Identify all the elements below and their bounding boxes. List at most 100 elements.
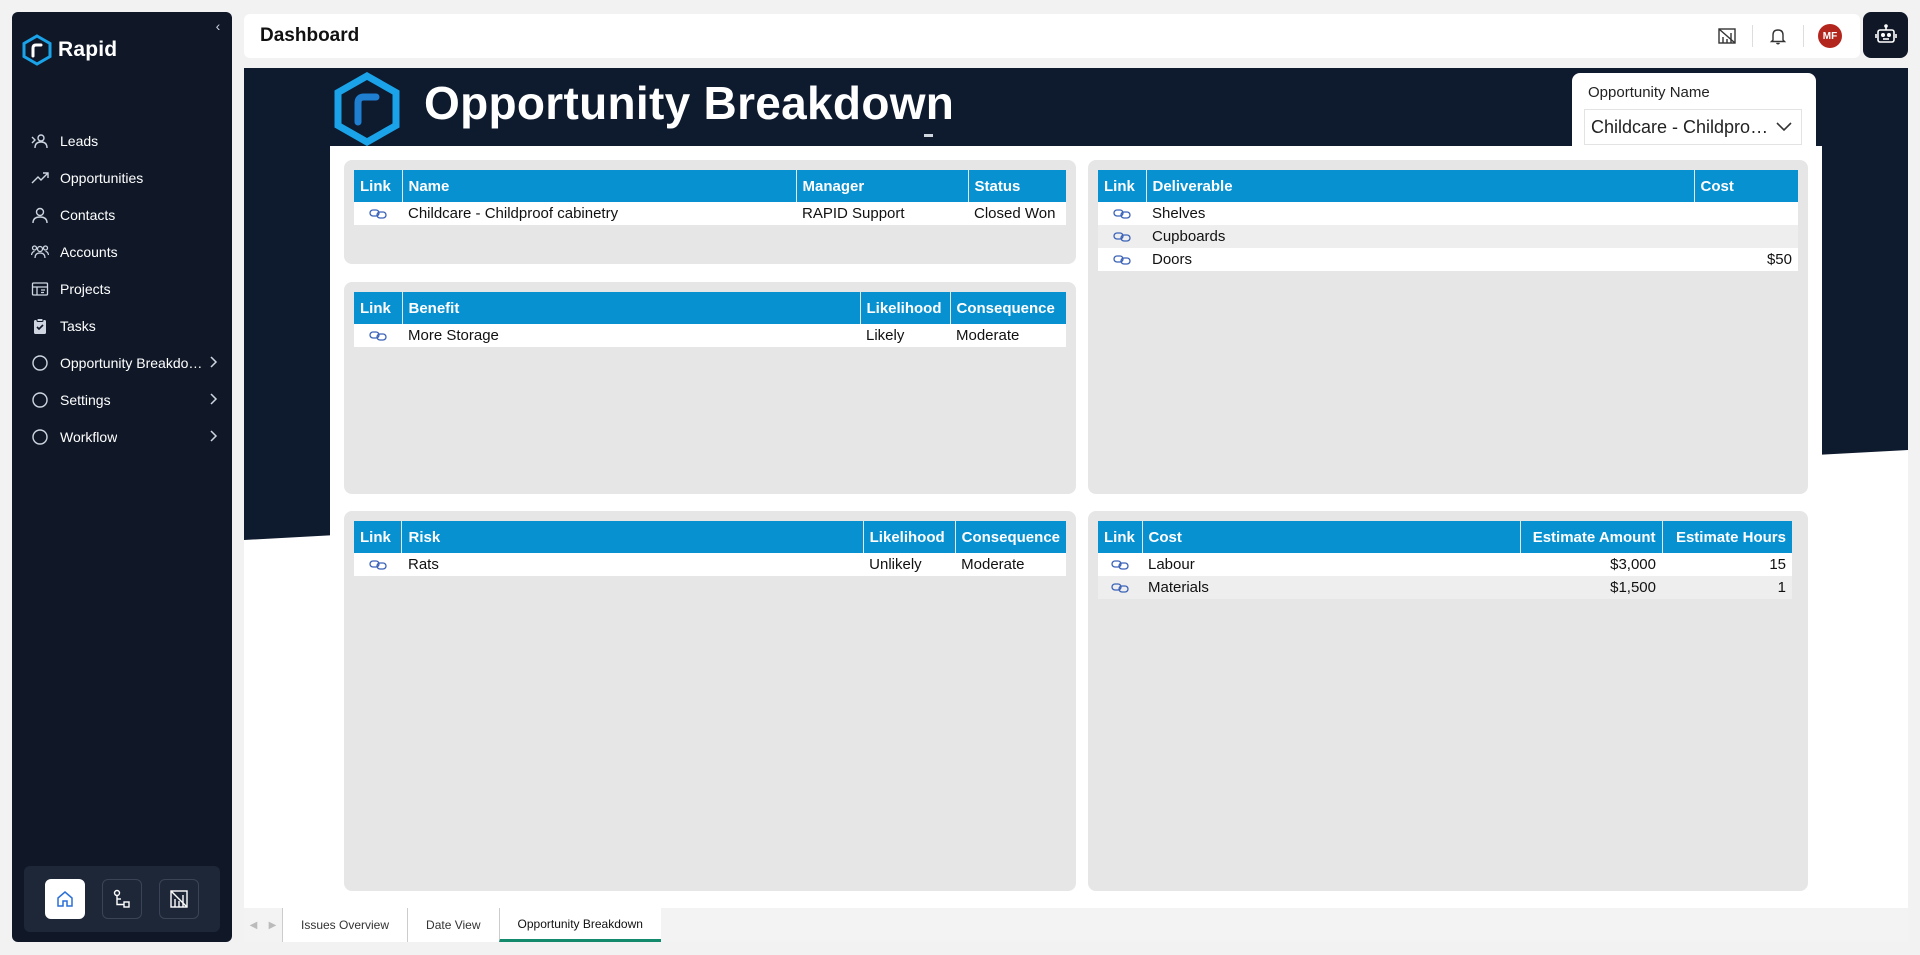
column-header[interactable]: Status (968, 170, 1066, 202)
divider (1803, 25, 1804, 47)
tab-date-view[interactable]: Date View (407, 908, 499, 942)
estimate-hours-cell: 1 (1662, 576, 1792, 599)
column-header[interactable]: Link (1098, 521, 1143, 553)
link-cell[interactable] (354, 202, 402, 225)
sidebar-item-opportunities[interactable]: Opportunities (12, 159, 232, 196)
flow-diagram-icon (113, 889, 130, 908)
rapid-logo-icon (22, 34, 52, 66)
benefit-table: Link Benefit Likelihood Consequence More… (354, 292, 1066, 347)
estimate-amount-cell: $1,500 (1520, 576, 1662, 599)
deliverable-card: Link Deliverable Cost Shelves Cupboards (1088, 160, 1808, 494)
table-row: Cupboards (1098, 225, 1798, 248)
chevron-right-icon (210, 356, 218, 368)
column-header[interactable]: Link (354, 521, 403, 553)
report-icon (170, 890, 189, 908)
tab-opportunity-breakdown[interactable]: Opportunity Breakdown (498, 908, 661, 942)
sidebar-item-leads[interactable]: Leads (12, 122, 232, 159)
link-icon (1113, 209, 1131, 219)
link-cell[interactable] (1098, 576, 1142, 599)
sidebar-item-label: Opportunities (60, 169, 144, 186)
link-cell[interactable] (1098, 225, 1146, 248)
consequence-cell: Moderate (950, 324, 1066, 347)
cost-table: Link Cost Estimate Amount Estimate Hours… (1098, 521, 1792, 599)
tab-issues-overview[interactable]: Issues Overview (282, 908, 408, 942)
column-header[interactable]: Likelihood (863, 521, 956, 553)
column-header[interactable]: Link (354, 170, 403, 202)
sidebar-item-workflow[interactable]: Workflow (12, 418, 232, 455)
column-header[interactable]: Consequence (950, 292, 1066, 324)
report-page-tabs: ◀ ▶ Issues Overview Date View Opportunit… (244, 908, 1908, 942)
deliverable-cell: Shelves (1146, 202, 1694, 225)
risk-card: Link Risk Likelihood Consequence Rats Un… (344, 511, 1076, 891)
brand-name: Rapid (58, 38, 118, 61)
sidebar-item-tasks[interactable]: Tasks (12, 307, 232, 344)
report-canvas: Opportunity Breakdown Opportunity Name C… (244, 68, 1908, 908)
column-header[interactable]: Cost (1694, 170, 1798, 202)
column-header[interactable]: Consequence (955, 521, 1066, 553)
link-icon (1113, 255, 1131, 265)
column-header[interactable]: Link (1098, 170, 1147, 202)
link-icon (1111, 583, 1129, 593)
avatar[interactable]: MF (1818, 24, 1842, 48)
divider (1752, 25, 1753, 47)
column-header[interactable]: Estimate Hours (1662, 521, 1792, 553)
sidebar-item-projects[interactable]: Projects (12, 270, 232, 307)
table-row: Shelves (1098, 202, 1798, 225)
collapse-sidebar-icon[interactable]: ‹ (210, 18, 226, 34)
link-cell[interactable] (1098, 553, 1142, 576)
robot-icon (1874, 24, 1897, 43)
link-cell[interactable] (1098, 248, 1146, 271)
sidebar-item-contacts[interactable]: Contacts (12, 196, 232, 233)
column-header[interactable]: Name (402, 170, 797, 202)
link-icon (1113, 232, 1131, 242)
link-icon (369, 560, 387, 570)
consequence-cell: Moderate (955, 553, 1066, 576)
opportunity-name-cell: Childcare - Childproof cabinetry (402, 202, 796, 225)
sidebar-footer (24, 866, 220, 932)
sidebar-item-label: Accounts (60, 243, 118, 260)
sidebar-item-label: Opportunity Breakdown (60, 354, 205, 371)
estimate-amount-cell: $3,000 (1520, 553, 1662, 576)
column-header[interactable]: Deliverable (1146, 170, 1695, 202)
risk-cell: Rats (401, 553, 864, 576)
column-header[interactable]: Estimate Amount (1520, 521, 1663, 553)
chevron-down-icon (1776, 122, 1792, 132)
estimate-hours-cell: 15 (1662, 553, 1792, 576)
column-header[interactable]: Cost (1142, 521, 1521, 553)
opportunity-name-select[interactable]: Childcare - Childproof cabinetry (1584, 109, 1802, 145)
sidebar-item-opportunity-breakdown[interactable]: Opportunity Breakdown (12, 344, 232, 381)
report-title: Opportunity Breakdown (424, 77, 955, 129)
bell-icon[interactable] (1767, 25, 1789, 47)
column-header[interactable]: Manager (796, 170, 969, 202)
link-cell[interactable] (1098, 202, 1146, 225)
slicer-value: Childcare - Childproof cabinetry (1591, 116, 1771, 137)
assistant-bot-button[interactable] (1863, 12, 1908, 58)
deliverable-cell: Doors (1146, 248, 1694, 271)
chevron-right-icon (210, 430, 218, 442)
table-row: Materials $1,500 1 (1098, 576, 1792, 599)
sidebar-item-label: Contacts (60, 206, 116, 223)
report-icon[interactable] (1716, 25, 1738, 47)
sidebar: ‹ Rapid Leads Opportunities Contacts Acc… (12, 12, 232, 942)
sidebar-item-accounts[interactable]: Accounts (12, 233, 232, 270)
title-marker (924, 134, 933, 137)
column-header[interactable]: Likelihood (860, 292, 951, 324)
workflow-button[interactable] (101, 879, 142, 919)
link-cell[interactable] (354, 324, 402, 347)
cost-name-cell: Materials (1142, 576, 1520, 599)
brand[interactable]: Rapid (22, 34, 117, 66)
table-row: Rats Unlikely Moderate (354, 553, 1066, 576)
tab-next-icon[interactable]: ▶ (269, 920, 277, 931)
column-header[interactable]: Risk (401, 521, 864, 553)
sidebar-item-label: Leads (60, 132, 99, 149)
tab-prev-icon[interactable]: ◀ (250, 920, 258, 931)
column-header[interactable]: Benefit (402, 292, 861, 324)
benefit-card: Link Benefit Likelihood Consequence More… (344, 282, 1076, 494)
home-button[interactable] (44, 879, 85, 919)
column-header[interactable]: Link (354, 292, 403, 324)
deliverable-cell: Cupboards (1146, 225, 1694, 248)
top-bar: Dashboard MF (244, 14, 1860, 58)
link-cell[interactable] (354, 553, 402, 576)
sidebar-item-settings[interactable]: Settings (12, 381, 232, 418)
powerbi-button[interactable] (159, 879, 200, 919)
